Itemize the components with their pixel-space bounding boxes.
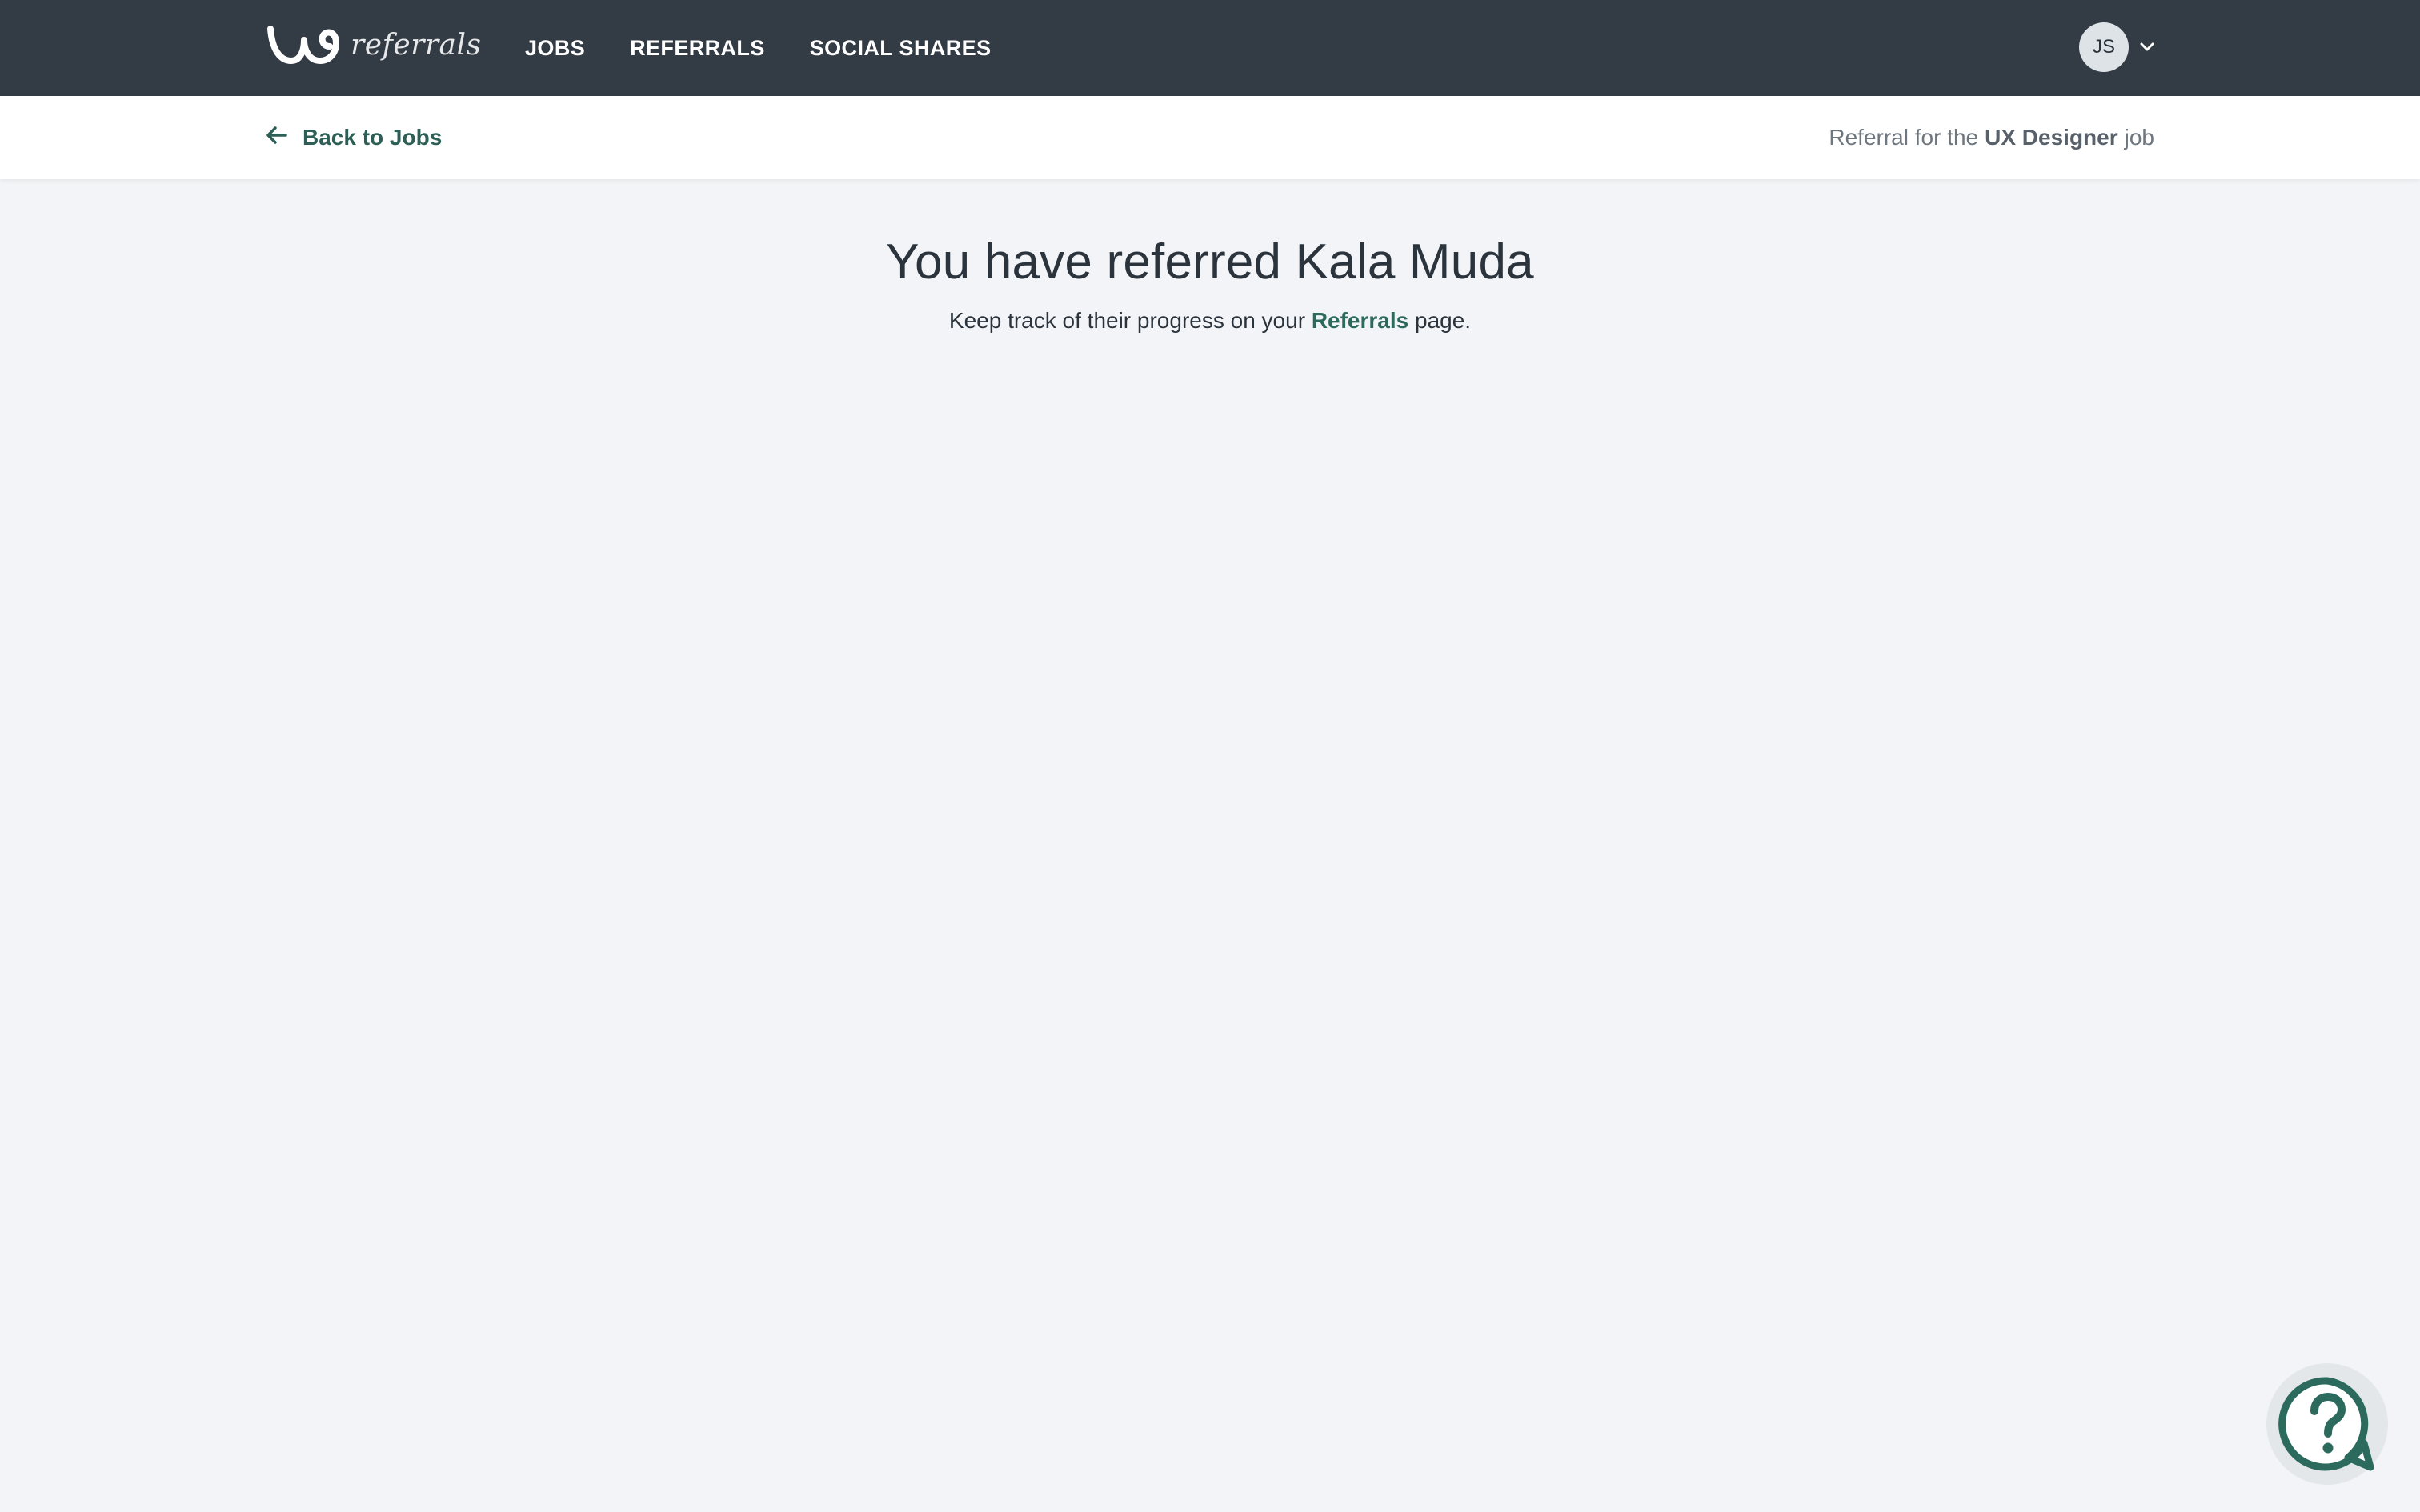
nav-jobs[interactable]: JOBS bbox=[525, 36, 585, 61]
arrow-left-icon bbox=[266, 125, 288, 150]
app-logo[interactable]: referrals bbox=[266, 21, 482, 69]
job-prefix: Referral for the bbox=[1829, 125, 1979, 150]
main-nav: JOBS REFERRALS SOCIAL SHARES bbox=[525, 0, 991, 96]
help-button[interactable] bbox=[2266, 1363, 2388, 1485]
avatar[interactable]: JS bbox=[2079, 22, 2129, 72]
w-logo-icon bbox=[267, 26, 339, 64]
job-reference: Referral for the UX Designer job bbox=[1829, 96, 2154, 179]
chevron-down-icon[interactable] bbox=[2138, 38, 2156, 56]
back-label[interactable]: Back to Jobs bbox=[302, 125, 442, 150]
job-title: UX Designer bbox=[1985, 125, 2118, 150]
job-suffix: job bbox=[2124, 125, 2154, 150]
user-menu[interactable]: JS bbox=[2079, 22, 2156, 72]
main-content: You have referred Kala Muda Keep track o… bbox=[0, 179, 2420, 334]
subtitle-post: page. bbox=[1415, 308, 1472, 333]
referrals-link[interactable]: Referrals bbox=[1312, 308, 1408, 333]
logo-text: referrals bbox=[351, 28, 482, 62]
nav-referrals[interactable]: REFERRALS bbox=[630, 36, 765, 61]
sub-header: Back to Jobs Referral for the UX Designe… bbox=[0, 96, 2420, 179]
top-navigation-bar: referrals JOBS REFERRALS SOCIAL SHARES J… bbox=[0, 0, 2420, 96]
page-subtitle: Keep track of their progress on your Ref… bbox=[0, 308, 2420, 334]
subtitle-pre: Keep track of their progress on your bbox=[948, 308, 1306, 333]
back-to-jobs-link[interactable]: Back to Jobs bbox=[266, 96, 442, 179]
help-question-icon bbox=[2278, 1377, 2374, 1471]
nav-social-shares[interactable]: SOCIAL SHARES bbox=[810, 36, 992, 61]
page-title: You have referred Kala Muda bbox=[886, 234, 1534, 290]
